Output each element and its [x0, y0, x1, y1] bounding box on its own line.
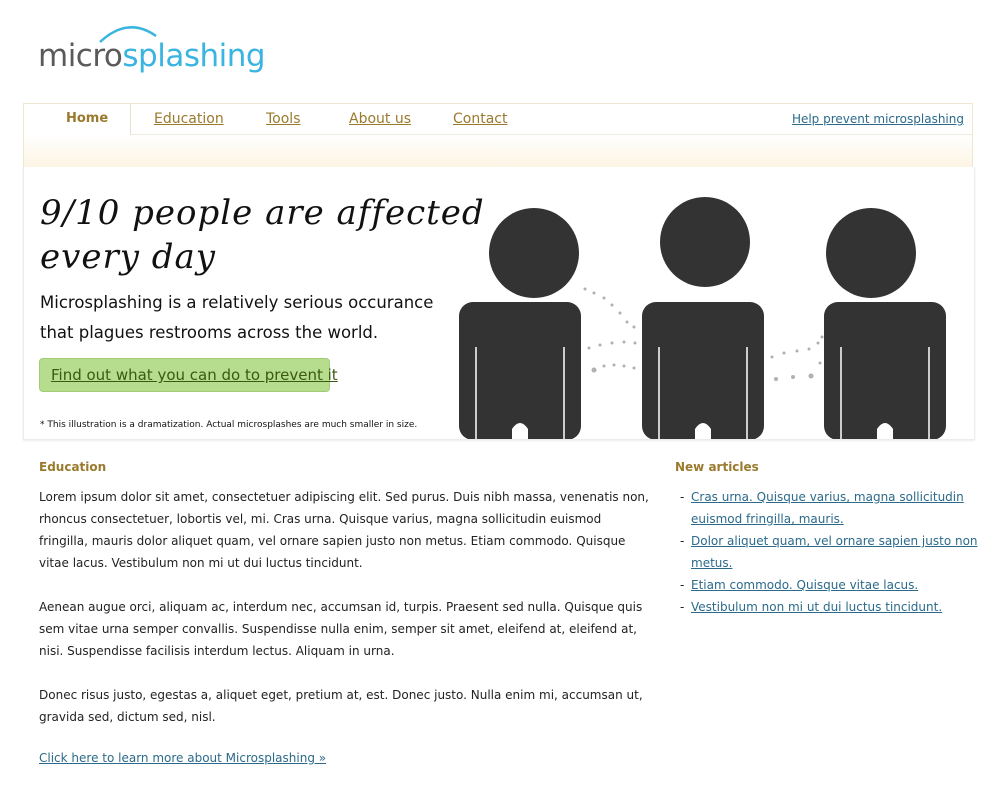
illustration-disclaimer: * This illustration is a dramatization. …	[40, 420, 418, 430]
article-link[interactable]: Vestibulum non mi ut dui luctus tincidun…	[691, 600, 942, 614]
nav-item-home-label: Home	[66, 111, 109, 126]
hero-description: Microsplashing is a relatively serious o…	[40, 293, 434, 342]
people-illustration	[459, 197, 946, 439]
person-right-icon	[824, 208, 946, 439]
new-articles-heading: New articles	[675, 460, 759, 474]
new-articles-list: - Cras urna. Quisque varius, magna sollic…	[680, 486, 980, 618]
help-prevent-link[interactable]: Help prevent microsplashing	[792, 112, 964, 126]
hero-title: 9/10 people are affected every day	[40, 193, 485, 277]
nav-item-education[interactable]: Education	[154, 111, 224, 127]
article-link[interactable]: Etiam commodo. Quisque vitae lacus.	[691, 578, 918, 592]
nav-item-contact[interactable]: Contact	[453, 111, 507, 127]
main-nav: Home Education Tools About us Contact He…	[23, 103, 973, 167]
prevent-cta-label: Find out what you can do to prevent it	[51, 366, 338, 384]
education-paragraph-2: Aenean augue orci, aliquam ac, interdum …	[39, 600, 643, 658]
education-paragraph-1: Lorem ipsum dolor sit amet, consectetuer…	[39, 490, 649, 570]
prevent-cta-button[interactable]: Find out what you can do to prevent it	[39, 358, 338, 392]
article-item: - Vestibulum non mi ut dui luctus tincidu…	[680, 600, 943, 614]
nav-item-home[interactable]: Home	[24, 104, 131, 135]
article-link[interactable]: Dolor aliquet quam, vel ornare sapien ju…	[691, 534, 978, 570]
education-paragraph-3: Donec risus justo, egestas a, aliquet eg…	[39, 688, 643, 724]
education-heading: Education	[39, 460, 107, 474]
person-middle-icon	[642, 197, 764, 439]
nav-item-about-us[interactable]: About us	[349, 111, 411, 127]
article-item: - Etiam commodo. Quisque vitae lacus.	[680, 578, 919, 592]
site-logo[interactable]: microsplashing	[38, 18, 266, 78]
article-item: - Cras urna. Quisque varius, magna sollic…	[680, 490, 964, 526]
logo-text: microsplashing	[38, 38, 266, 74]
learn-more-link[interactable]: Click here to learn more about Microspla…	[39, 751, 326, 765]
nav-bar: Home Education Tools About us Contact He…	[24, 104, 972, 135]
logo-splashing: splashing	[122, 38, 266, 74]
article-item: - Dolor aliquet quam, vel ornare sapien j…	[680, 534, 978, 570]
logo-micro: micro	[38, 38, 123, 74]
article-link[interactable]: Cras urna. Quisque varius, magna sollici…	[691, 490, 964, 526]
person-left-icon	[459, 208, 581, 439]
nav-item-tools[interactable]: Tools	[266, 111, 301, 127]
hero-banner: 9/10 people are affected every day Micro…	[23, 167, 975, 440]
